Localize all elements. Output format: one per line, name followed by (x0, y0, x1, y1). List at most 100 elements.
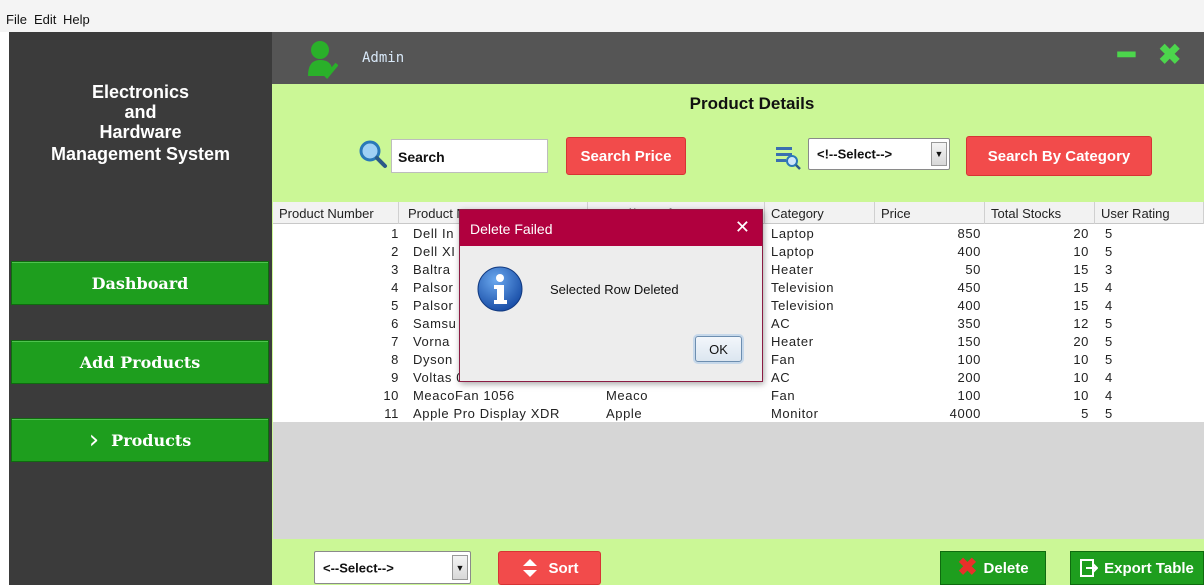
table-cell-category: Fan (771, 352, 796, 367)
table-cell-stock: 10 (1073, 244, 1089, 259)
app-title: Electronics and Hardware Management Syst… (9, 82, 272, 164)
sort-icon (522, 559, 537, 577)
category-select[interactable]: <!--Select--> ▼ (808, 138, 950, 170)
table-cell-name: MeacoFan 1056 (413, 388, 515, 403)
table-cell-stock: 10 (1073, 388, 1089, 403)
dialog-title: Delete Failed (470, 221, 553, 237)
table-cell-name: Apple Pro Display XDR (413, 406, 560, 421)
table-row[interactable]: 11 Apple Pro Display XDR Apple Monitor 4000 5… (273, 404, 1204, 422)
export-icon (1080, 559, 1099, 577)
table-cell-price: 150 (957, 334, 981, 349)
table-cell-category: Heater (771, 262, 814, 277)
sidebar-item-add-products[interactable]: Add Products (11, 340, 269, 384)
ok-button[interactable]: OK (695, 336, 742, 362)
menu-edit[interactable]: Edit (34, 12, 56, 27)
delete-x-icon: ✖ (957, 554, 978, 581)
table-cell-price: 400 (957, 244, 981, 259)
table-cell-brand: Apple (606, 406, 643, 421)
table-cell-rating: 5 (1105, 334, 1113, 349)
sort-button[interactable]: Sort (498, 551, 601, 585)
column-header[interactable]: Category (765, 202, 875, 224)
table-cell-category: Fan (771, 388, 796, 403)
export-table-button[interactable]: Export Table (1070, 551, 1204, 585)
page-title: Product Details (689, 94, 815, 113)
table-cell-price: 850 (957, 226, 981, 241)
table-cell-num: 7 (391, 334, 399, 349)
table-cell-stock: 5 (1081, 406, 1089, 421)
table-cell-price: 400 (957, 298, 981, 313)
table-cell-category: AC (771, 316, 791, 331)
sidebar-item-label: Add Products (79, 352, 201, 372)
minus-icon[interactable]: ━ (1118, 40, 1135, 70)
info-icon (477, 266, 523, 312)
table-cell-category: Laptop (771, 226, 815, 241)
table-cell-brand: Meaco (606, 388, 649, 403)
category-select-value: <!--Select--> (817, 146, 893, 162)
app-title-line: Management System (50, 144, 231, 164)
table-cell-rating: 5 (1105, 406, 1113, 421)
table-cell-category: Heater (771, 334, 814, 349)
app-title-line: and (124, 102, 157, 122)
sidebar-item-label: Dashboard (91, 273, 189, 293)
table-cell-rating: 5 (1105, 352, 1113, 367)
admin-username: Admin (362, 50, 405, 66)
table-cell-stock: 12 (1073, 316, 1089, 331)
table-cell-num: 2 (391, 244, 399, 259)
table-cell-price: 50 (965, 262, 981, 277)
table-cell-num: 6 (391, 316, 399, 331)
table-cell-category: AC (771, 370, 791, 385)
list-search-icon (776, 147, 801, 170)
column-header[interactable]: Total Stocks (985, 202, 1095, 224)
table-cell-rating: 5 (1105, 226, 1113, 241)
table-cell-stock: 20 (1073, 334, 1089, 349)
column-header[interactable]: Price (875, 202, 985, 224)
table-cell-num: 10 (383, 388, 399, 403)
sidebar-item-products[interactable]: › Products (11, 418, 269, 462)
sidebar-item-label: Products (111, 430, 192, 450)
table-cell-rating: 3 (1105, 262, 1113, 277)
export-button-label: Export Table (1104, 559, 1194, 577)
table-cell-price: 200 (957, 370, 981, 385)
close-icon[interactable]: ✖ (1158, 40, 1181, 70)
table-cell-price: 100 (957, 352, 981, 367)
table-cell-num: 8 (391, 352, 399, 367)
table-cell-category: Television (771, 298, 835, 313)
dialog-titlebar: Delete Failed ✕ (460, 210, 762, 246)
table-cell-price: 100 (957, 388, 981, 403)
table-cell-price: 4000 (949, 406, 981, 421)
table-cell-stock: 10 (1073, 370, 1089, 385)
close-icon[interactable]: ✕ (735, 217, 750, 238)
chevron-down-icon: ▼ (931, 142, 947, 166)
table-cell-price: 450 (957, 280, 981, 295)
table-cell-stock: 15 (1073, 298, 1089, 313)
search-input[interactable]: Search (391, 139, 548, 173)
sort-select[interactable]: <--Select--> ▼ (314, 551, 471, 584)
table-cell-category: Laptop (771, 244, 815, 259)
menu-help[interactable]: Help (63, 12, 90, 27)
column-header[interactable]: Product Number (273, 202, 399, 224)
delete-failed-dialog: Delete Failed ✕ Selected Row Deleted OK (459, 209, 763, 382)
table-cell-stock: 20 (1073, 226, 1089, 241)
table-cell-stock: 15 (1073, 262, 1089, 277)
table-cell-num: 3 (391, 262, 399, 277)
table-cell-num: 5 (391, 298, 399, 313)
user-icon (308, 41, 338, 79)
app-title-line: Electronics (91, 82, 190, 102)
table-cell-num: 4 (391, 280, 399, 295)
table-cell-rating: 5 (1105, 244, 1113, 259)
dialog-message: Selected Row Deleted (550, 282, 679, 297)
menu-file[interactable]: File (6, 12, 27, 27)
sort-select-value: <--Select--> (323, 560, 394, 575)
sidebar-item-dashboard[interactable]: Dashboard (11, 261, 269, 305)
table-cell-num: 11 (384, 406, 399, 421)
search-price-button[interactable]: Search Price (566, 137, 686, 175)
chevron-down-icon: ▼ (452, 555, 468, 580)
chevron-right-icon: › (88, 425, 100, 455)
sort-button-label: Sort (548, 559, 579, 577)
delete-button-label: Delete (983, 559, 1029, 577)
table-row[interactable]: 10 MeacoFan 1056 Meaco Fan 100 10 4 (273, 386, 1204, 404)
column-header[interactable]: User Rating (1095, 202, 1204, 224)
delete-button[interactable]: ✖ Delete (940, 551, 1046, 585)
search-by-category-button[interactable]: Search By Category (966, 136, 1152, 176)
header-bar: Admin ━ ✖ (272, 32, 1204, 84)
